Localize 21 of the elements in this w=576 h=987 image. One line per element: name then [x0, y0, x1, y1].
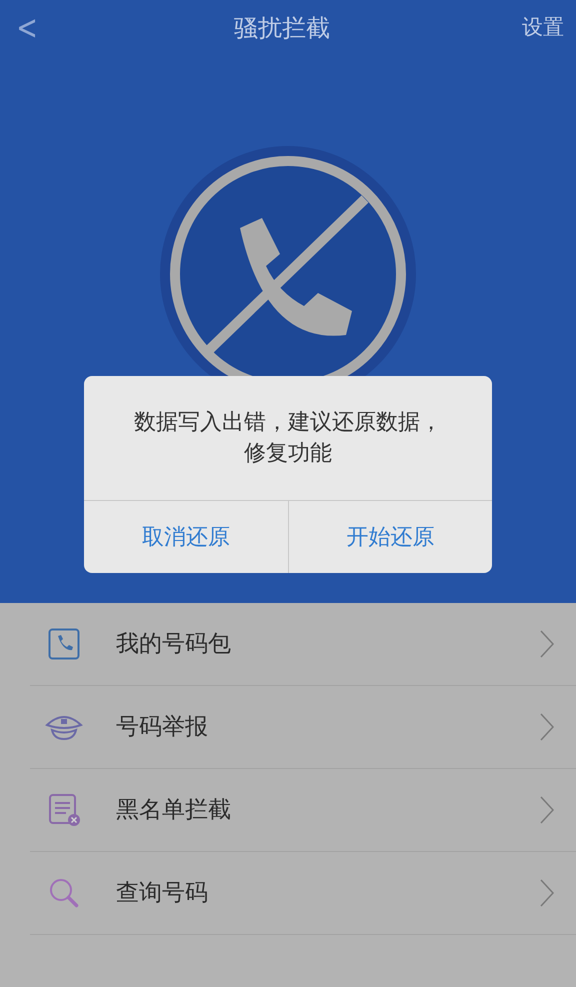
settings-button[interactable]: 设置 [522, 12, 564, 44]
menu-label: 号码举报 [116, 712, 209, 742]
menu-label: 查询号码 [116, 878, 209, 908]
menu-label: 我的号码包 [116, 630, 232, 659]
search-icon [48, 877, 80, 909]
dialog-message: 数据写入出错，建议还原数据，修复功能 [134, 409, 442, 468]
chevron-right-icon [540, 879, 554, 907]
chevron-right-icon [540, 630, 554, 658]
dialog-button[interactable]: 开始还原 [288, 501, 492, 573]
chevron-right-icon [540, 796, 554, 824]
menu-label: 黑名单拦截 [116, 796, 232, 825]
menu-item[interactable]: 号码举报 [30, 686, 576, 769]
dialog-button[interactable]: 取消还原 [84, 501, 288, 573]
menu-item[interactable]: 黑名单拦截 [30, 769, 576, 852]
menu-item[interactable]: 查询号码 [30, 852, 576, 935]
cap-icon [45, 713, 83, 741]
chevron-right-icon [540, 713, 554, 741]
phone-icon [48, 628, 80, 660]
document-remove-icon [48, 793, 80, 827]
page-title: 骚扰拦截 [234, 13, 330, 44]
menu-item[interactable]: 我的号码包 [30, 603, 576, 686]
